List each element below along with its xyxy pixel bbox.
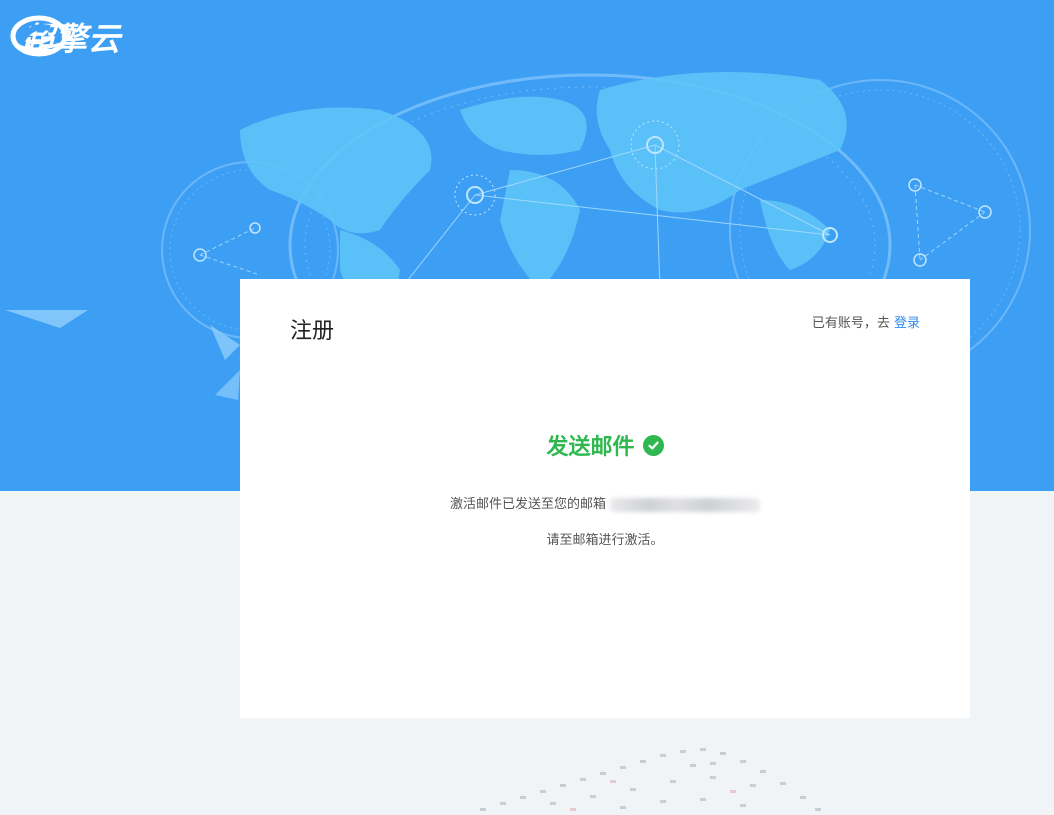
have-account-prompt: 已有账号，去 登录 [812,312,920,331]
check-circle-icon [642,434,664,456]
activation-sent-message: 激活邮件已发送至您的邮箱 [240,493,970,512]
email-sent-heading: 发送邮件 [240,429,970,461]
redacted-email [610,497,760,512]
cloud-logo-icon [10,15,68,57]
activation-sent-text: 激活邮件已发送至您的邮箱 [449,497,606,512]
have-account-text: 已有账号，去 [811,316,890,331]
activation-instruction: 请至邮箱进行激活。 [546,533,664,548]
page-title: 注册 [290,319,335,344]
brand-logo[interactable]: 超擎云 [10,14,121,60]
decorative-dot-globe [480,748,821,811]
email-sent-title: 发送邮件 [546,435,635,460]
register-card: 注册 已有账号，去 登录 发送邮件 激活邮件已发送至您的邮箱 请至邮箱进行激活。 [240,279,970,718]
login-link[interactable]: 登录 [894,316,920,331]
